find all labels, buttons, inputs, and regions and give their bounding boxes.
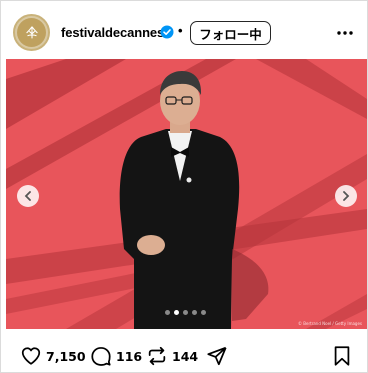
post-header: festivaldecannes • フォロー中 (1, 1, 367, 59)
carousel-dot-active (174, 310, 179, 315)
heart-icon (21, 347, 41, 365)
like-button[interactable]: 7,150 (20, 345, 86, 367)
carousel-dot (201, 310, 206, 315)
post-card: festivaldecannes • フォロー中 © Bertrand Noel… (0, 0, 368, 373)
chevron-right-icon (343, 191, 350, 201)
chevron-left-icon (24, 191, 31, 201)
action-bar: 7,150 116 144 (1, 341, 367, 371)
carousel-prev-button[interactable] (17, 185, 39, 207)
cannes-palm-logo-icon (17, 18, 46, 47)
like-count[interactable]: 7,150 (46, 349, 86, 364)
carousel-indicator (165, 310, 206, 315)
repost-button[interactable]: 144 (146, 345, 198, 367)
following-button[interactable]: フォロー中 (190, 21, 271, 45)
carousel-dot (183, 310, 188, 315)
avatar[interactable] (13, 14, 50, 51)
save-button[interactable] (331, 345, 353, 367)
separator-dot: • (178, 23, 183, 38)
repost-count[interactable]: 144 (172, 349, 198, 364)
share-button[interactable] (206, 345, 228, 367)
bookmark-icon (334, 346, 350, 366)
carousel-dot (165, 310, 170, 315)
red-carpet-photo (6, 59, 367, 329)
more-options-icon[interactable] (335, 23, 355, 43)
photo-credit: © Bertrand Noel / Getty Images (298, 321, 362, 326)
post-photo[interactable]: © Bertrand Noel / Getty Images (6, 59, 367, 329)
send-icon (207, 346, 227, 366)
verified-badge-icon (160, 25, 174, 39)
carousel-dot (192, 310, 197, 315)
repost-icon (148, 346, 166, 366)
comment-count[interactable]: 116 (116, 349, 142, 364)
username[interactable]: festivaldecannes (61, 25, 164, 40)
comment-button[interactable]: 116 (90, 345, 142, 367)
comment-icon (91, 347, 111, 366)
carousel-next-button[interactable] (335, 185, 357, 207)
